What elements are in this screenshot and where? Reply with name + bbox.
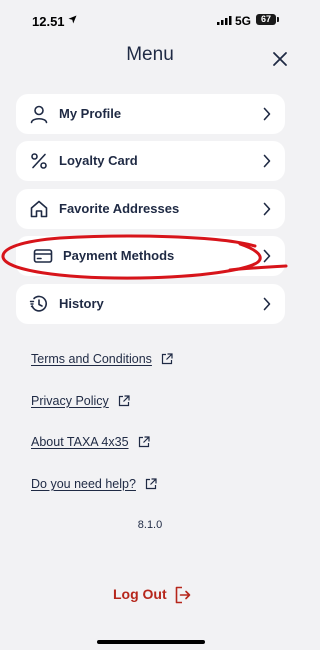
external-link-icon	[119, 395, 130, 407]
menu-item-favorite-addresses[interactable]: Favorite Addresses	[16, 189, 285, 229]
terms-link[interactable]: Terms and Conditions	[31, 352, 173, 370]
chevron-right-icon	[263, 249, 271, 263]
status-bar: 12.51 5G 67	[0, 0, 300, 40]
link-label: Do you need help?	[31, 477, 136, 491]
percent-icon	[31, 153, 47, 169]
battery-icon: 67	[256, 14, 279, 25]
chevron-right-icon	[263, 107, 271, 121]
logout-icon	[175, 586, 191, 604]
chevron-right-icon	[263, 202, 271, 216]
credit-card-icon	[33, 249, 53, 263]
link-label: Privacy Policy	[31, 394, 109, 408]
about-link[interactable]: About TAXA 4x35	[31, 435, 150, 453]
menu-item-payment-methods[interactable]: Payment Methods	[16, 236, 285, 276]
menu-item-label: Loyalty Card	[59, 153, 138, 168]
network-type: 5G	[235, 14, 252, 28]
link-label: About TAXA 4x35	[31, 435, 129, 449]
page-title: Menu	[126, 44, 174, 65]
signal-icon	[217, 16, 232, 25]
link-label: Terms and Conditions	[31, 352, 152, 366]
menu-item-my-profile[interactable]: My Profile	[16, 94, 285, 134]
battery-level: 67	[260, 14, 271, 24]
close-icon[interactable]	[270, 49, 290, 69]
chevron-right-icon	[263, 297, 271, 311]
home-indicator	[97, 640, 205, 644]
menu-item-history[interactable]: History	[16, 284, 285, 324]
app-version: 8.1.0	[137, 519, 163, 531]
menu-item-label: Favorite Addresses	[59, 201, 180, 216]
logout-button[interactable]: Log Out	[113, 586, 191, 606]
menu-item-label: My Profile	[59, 106, 122, 121]
external-link-icon	[138, 436, 150, 448]
status-time: 12.51	[32, 14, 65, 29]
menu-item-loyalty-card[interactable]: Loyalty Card	[16, 141, 285, 181]
menu-item-label: Payment Methods	[63, 248, 175, 263]
chevron-right-icon	[263, 154, 271, 168]
logout-label: Log Out	[113, 586, 167, 602]
privacy-link[interactable]: Privacy Policy	[31, 394, 130, 412]
external-link-icon	[162, 353, 173, 365]
external-link-icon	[146, 478, 158, 490]
user-icon	[30, 105, 48, 124]
home-icon	[30, 200, 48, 218]
history-icon	[29, 295, 47, 312]
location-arrow-icon	[68, 15, 77, 24]
menu-item-label: History	[59, 296, 104, 311]
help-link[interactable]: Do you need help?	[31, 477, 158, 495]
